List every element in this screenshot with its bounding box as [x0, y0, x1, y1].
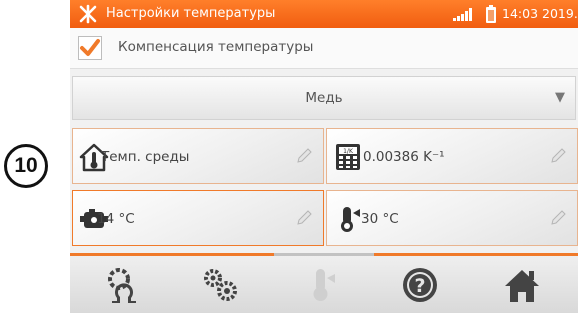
checkmark-icon — [80, 39, 100, 56]
material-select-value: Медь — [305, 90, 343, 106]
pencil-icon[interactable] — [295, 147, 313, 165]
ambient-temperature-field[interactable]: Темп. среды — [72, 128, 324, 184]
temperature-coefficient-field[interactable]: 1/K 0.00386 K⁻¹ — [326, 128, 578, 184]
motor-temperature-value: 14 °C — [97, 211, 135, 227]
calculator-coefficient-icon: 1/K — [336, 144, 360, 170]
ambient-temperature-label: Темп. среды — [101, 149, 190, 165]
material-select[interactable]: Медь ▼ — [72, 76, 576, 120]
svg-text:?: ? — [414, 275, 425, 297]
signal-bars-icon — [453, 8, 472, 21]
status-bar: Настройки температуры 14:03 2019.04.10 — [70, 0, 578, 28]
status-date: 2019.04.10 — [542, 6, 578, 21]
temperature-compensation-row[interactable]: Компенсация температуры — [70, 28, 578, 69]
thermometer-icon — [341, 207, 360, 232]
callout-number: 10 — [14, 154, 38, 177]
clock: 14:03 2019.04.10 — [502, 6, 578, 21]
home-icon[interactable] — [502, 265, 542, 305]
multimeter-app-icon — [79, 4, 97, 24]
toolbar-accent-line — [70, 253, 274, 256]
help-icon[interactable]: ? — [400, 265, 440, 305]
pencil-icon[interactable] — [549, 209, 567, 227]
pencil-icon[interactable] — [295, 209, 313, 227]
svg-text:1/K: 1/K — [343, 148, 354, 155]
battery-icon — [486, 5, 496, 23]
bottom-toolbar: ? — [70, 253, 578, 313]
temperature-coefficient-value: 0.00386 K⁻¹ — [363, 149, 445, 165]
motor-temperature-field[interactable]: 14 °C — [72, 190, 324, 246]
thermometer-icon[interactable] — [302, 265, 342, 305]
window-title: Настройки температуры — [106, 6, 276, 21]
step-callout-badge: 10 — [4, 144, 48, 188]
status-time: 14:03 — [502, 6, 539, 21]
gears-icon[interactable] — [200, 265, 240, 305]
toolbar-active-indicator — [274, 253, 374, 256]
device-screen: Настройки температуры 14:03 2019.04.10 К… — [70, 0, 578, 313]
toolbar-accent-line — [374, 253, 578, 256]
reference-temperature-value: 30 °C — [361, 211, 399, 227]
pencil-icon[interactable] — [549, 147, 567, 165]
temperature-compensation-checkbox[interactable] — [78, 36, 102, 60]
resistance-settings-icon[interactable] — [104, 265, 144, 305]
dropdown-arrow-icon: ▼ — [555, 90, 565, 105]
temperature-compensation-label: Компенсация температуры — [118, 39, 314, 55]
reference-temperature-field[interactable]: 30 °C — [326, 190, 578, 246]
